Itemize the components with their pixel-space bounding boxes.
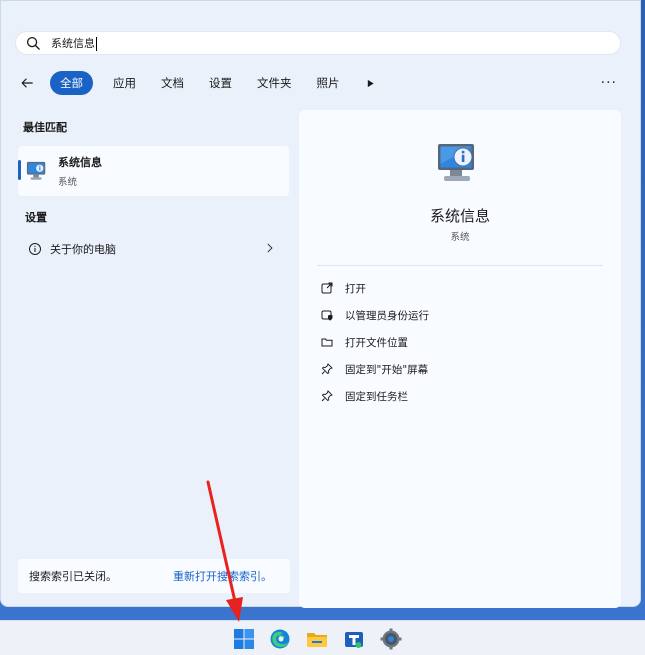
filter-chip-folders[interactable]: 文件夹 <box>250 71 299 95</box>
reenable-index-link[interactable]: 重新打开搜索索引。 <box>173 568 272 584</box>
selection-indicator <box>18 160 21 180</box>
settings-heading: 设置 <box>25 211 47 224</box>
settings-result-label: 关于你的电脑 <box>50 243 116 256</box>
filter-chip-apps[interactable]: 应用 <box>106 71 143 95</box>
filter-chip-documents[interactable]: 文档 <box>154 71 191 95</box>
action-pin-to-taskbar-label: 固定到任务栏 <box>345 390 408 403</box>
pin-icon <box>321 390 333 402</box>
arrow-left-icon[interactable] <box>17 73 37 93</box>
best-match-name: 系统信息 <box>58 156 102 169</box>
index-off-message: 搜索索引已关闭。 <box>29 570 117 583</box>
detail-subtitle: 系统 <box>450 232 470 243</box>
action-pin-to-taskbar[interactable]: 固定到任务栏 <box>321 387 408 405</box>
chevron-right-icon <box>267 243 273 253</box>
filter-chip-settings[interactable]: 设置 <box>202 71 239 95</box>
system-info-large-icon <box>438 144 474 181</box>
open-external-icon <box>321 282 333 294</box>
filter-chip-photos[interactable]: 照片 <box>310 71 347 95</box>
search-box[interactable]: 系统信息 <box>15 31 621 55</box>
edge-icon[interactable] <box>269 628 291 650</box>
shield-icon <box>321 310 333 321</box>
action-pin-to-start[interactable]: 固定到"开始"屏幕 <box>321 360 428 378</box>
windows-start-icon[interactable] <box>233 628 255 650</box>
best-match-result[interactable]: 系统信息 系统 <box>18 146 289 196</box>
action-run-as-admin[interactable]: 以管理员身份运行 <box>321 306 429 324</box>
detail-title: 系统信息 <box>429 207 490 225</box>
search-index-notice: 搜索索引已关闭。 重新打开搜索索引。 <box>18 559 290 593</box>
taskbar <box>0 620 645 655</box>
store-icon[interactable] <box>343 628 365 650</box>
action-open-label: 打开 <box>345 282 366 295</box>
detail-divider <box>317 265 603 266</box>
best-match-type: 系统 <box>58 177 78 188</box>
detail-pane: 系统信息 系统 打开 以管理员身份运行 打开文件位置 固定到"开始"屏幕 固定到… <box>299 110 621 608</box>
settings-result-about-pc[interactable]: 关于你的电脑 <box>28 239 278 259</box>
action-run-as-admin-label: 以管理员身份运行 <box>345 309 429 322</box>
settings-icon[interactable] <box>380 628 402 650</box>
info-circle-icon <box>29 243 41 255</box>
action-open-file-location-label: 打开文件位置 <box>345 336 408 349</box>
action-open[interactable]: 打开 <box>321 279 366 297</box>
action-open-file-location[interactable]: 打开文件位置 <box>321 333 408 351</box>
play-icon[interactable] <box>364 73 378 93</box>
best-match-heading: 最佳匹配 <box>23 121 67 134</box>
filter-chip-all[interactable]: 全部 <box>50 71 93 95</box>
pin-icon <box>321 363 333 375</box>
action-pin-to-start-label: 固定到"开始"屏幕 <box>345 363 429 376</box>
folder-icon <box>321 338 333 347</box>
filter-bar: 全部 应用 文档 设置 文件夹 照片 ··· <box>17 71 627 95</box>
more-options-button[interactable]: ··· <box>601 75 617 91</box>
file-explorer-icon[interactable] <box>306 628 328 650</box>
search-panel: 系统信息 全部 应用 文档 设置 文件夹 照片 ··· 最佳匹配 系统信息 系统… <box>0 0 641 608</box>
search-input[interactable]: 系统信息 <box>51 35 97 51</box>
system-info-app-icon <box>26 161 46 180</box>
search-icon <box>26 36 40 50</box>
